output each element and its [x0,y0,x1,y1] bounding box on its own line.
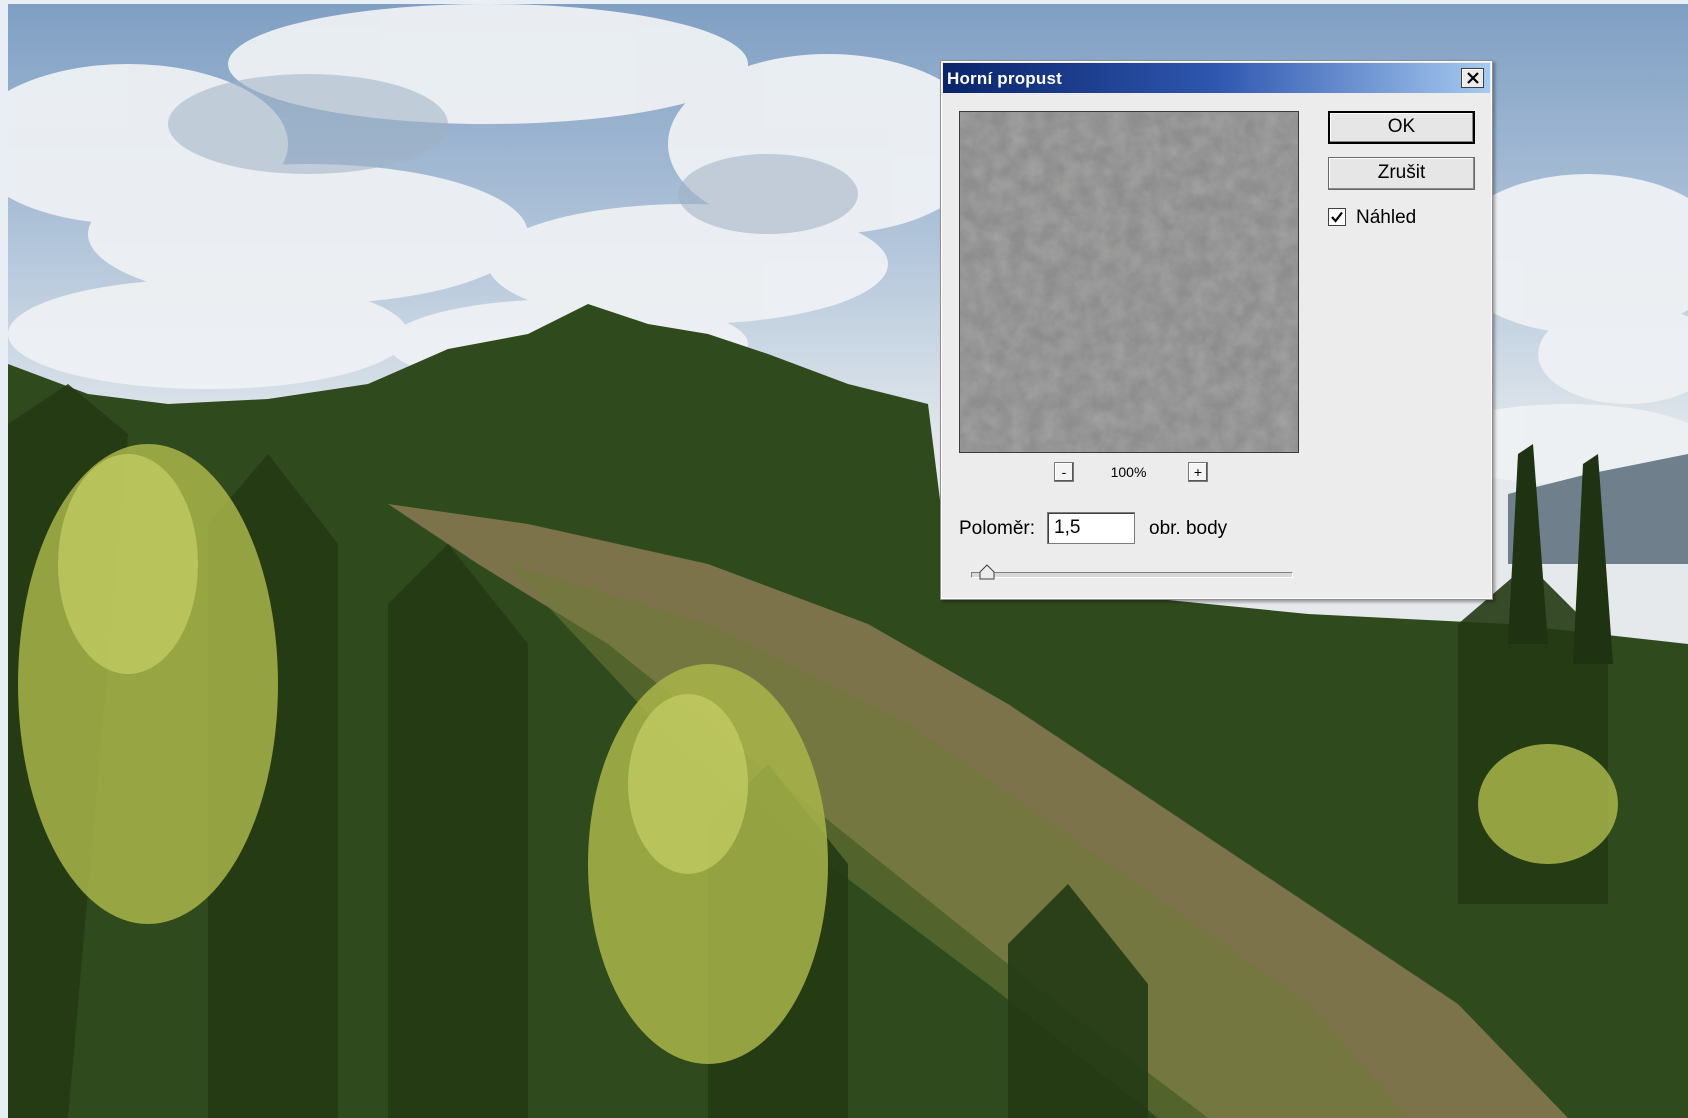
close-icon [1466,72,1479,84]
zoom-out-button[interactable]: - [1054,462,1074,482]
zoom-level: 100% [1110,464,1147,480]
ok-button[interactable]: OK [1328,111,1475,144]
close-button[interactable] [1461,68,1484,88]
filter-preview[interactable] [959,111,1299,453]
preview-checkbox[interactable] [1328,208,1346,226]
dialog-titlebar[interactable]: Horní propust [943,63,1490,93]
radius-slider-thumb[interactable] [979,564,995,580]
checkmark-icon [1331,211,1343,223]
dialog-title: Horní propust [947,69,1062,88]
radius-unit-label: obr. body [1149,518,1228,539]
radius-input[interactable] [1047,512,1135,544]
zoom-in-button[interactable]: + [1188,462,1208,482]
preview-label: Náhled [1356,207,1417,228]
radius-label: Poloměr: [959,518,1036,539]
cancel-button[interactable]: Zrušit [1328,157,1475,190]
radius-slider-track[interactable] [971,572,1293,578]
high-pass-dialog: Horní propust - 100% + Poloměr: obr. bod… [940,60,1493,600]
